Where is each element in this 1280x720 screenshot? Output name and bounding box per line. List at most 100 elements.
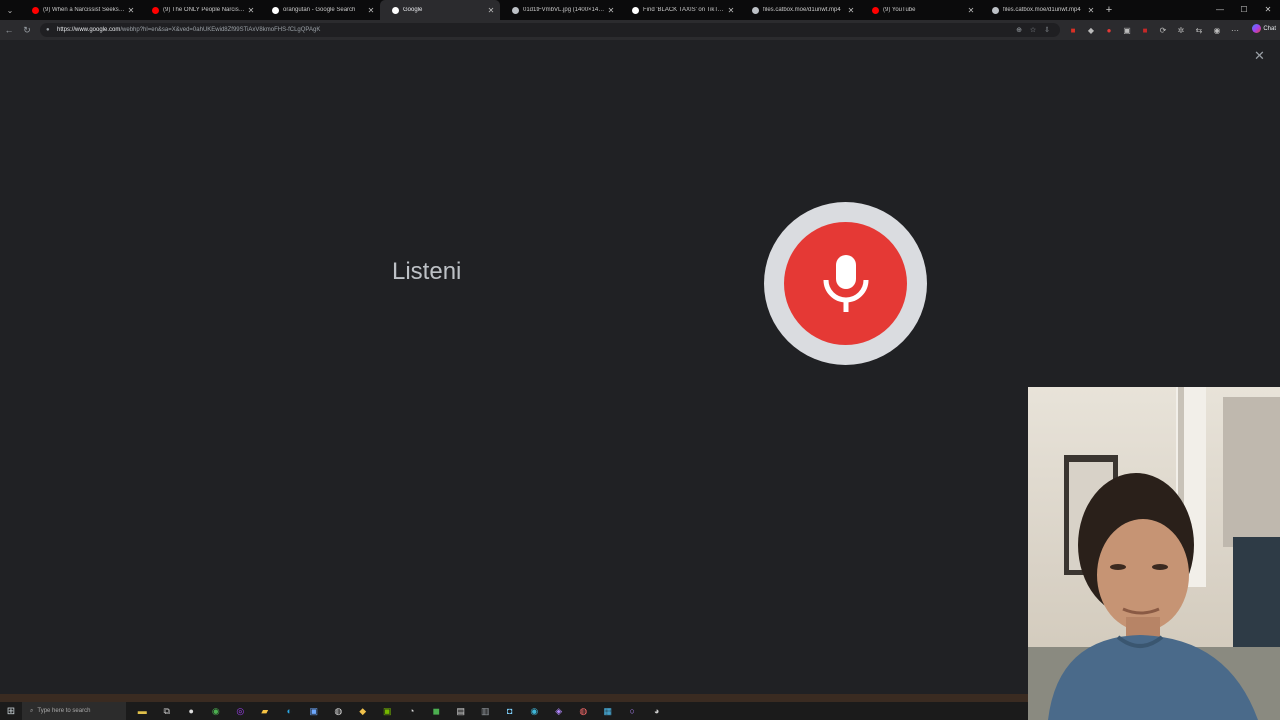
tab-5[interactable]: Find 'BLACK TAXIS' on TikTok | Ti... ✕: [620, 0, 740, 20]
profile-avatar-icon[interactable]: ◉: [1208, 26, 1226, 35]
extension-icon[interactable]: ◆: [1082, 26, 1100, 35]
youtube-icon: [32, 6, 39, 14]
tab-title: orangutan - Google Search: [283, 7, 356, 13]
download-icon[interactable]: ⇩: [1040, 26, 1054, 34]
close-tab-icon[interactable]: ✕: [366, 6, 376, 15]
listening-status: Listeni: [392, 258, 462, 285]
close-tab-icon[interactable]: ✕: [486, 6, 496, 15]
tab-4[interactable]: 01d1tFVmbVL.jpg (1400×1494) ✕: [500, 0, 620, 20]
close-tab-icon[interactable]: ✕: [726, 6, 736, 15]
extension-icon[interactable]: ■: [1064, 26, 1082, 35]
windows-start-icon[interactable]: ⊞: [0, 706, 22, 717]
taskbar: ⊞ ⌕ Type here to search ▬ ⧉ ● ◉ ◎ ▰ ◐ ▣ …: [0, 702, 1028, 720]
taskbar-search-placeholder: Type here to search: [37, 708, 91, 714]
close-tab-icon[interactable]: ✕: [846, 6, 856, 15]
youtube-icon: [872, 6, 879, 14]
url-domain: https://www.google.com: [57, 27, 121, 33]
taskbar-accent: [0, 694, 1028, 702]
extensions-bar: ■ ◆ ● ▣ ■ ⟳ ✲ ⇆ ◉ ⋯: [1064, 20, 1244, 40]
nvidia-icon[interactable]: ▣: [375, 702, 400, 720]
mic-button[interactable]: [764, 202, 927, 365]
menu-dots-icon[interactable]: ⋯: [1226, 26, 1244, 35]
tab-search-icon[interactable]: ⌄: [0, 0, 20, 20]
task-view-icon[interactable]: ⧉: [155, 702, 180, 720]
taskbar-search[interactable]: ⌕ Type here to search: [22, 702, 126, 720]
tab-0[interactable]: (9) When a Narcissist Seeks the... ✕: [20, 0, 140, 20]
tab-title: Find 'BLACK TAXIS' on TikTok | Ti...: [643, 7, 726, 13]
app-icon[interactable]: ▦: [596, 702, 621, 720]
chat-logo-icon: [1252, 24, 1262, 33]
app-icon[interactable]: ○: [620, 702, 645, 720]
extension-icon[interactable]: ⟳: [1154, 26, 1172, 35]
steam-icon[interactable]: ◕: [645, 702, 670, 720]
tab-title: Google: [403, 7, 423, 13]
minimize-icon[interactable]: —: [1208, 0, 1232, 20]
tab-title: (9) The ONLY People Narcissists St...: [163, 7, 246, 13]
tiktok-icon: [632, 6, 639, 14]
extension-icon[interactable]: ■: [1136, 26, 1154, 35]
file-explorer-icon[interactable]: ▰: [253, 702, 278, 720]
youtube-icon: [152, 6, 159, 14]
tab-title: (9) YouTube: [883, 7, 916, 13]
app-icon[interactable]: ◔: [400, 702, 425, 720]
tab-title: files.catbox.moe/d1unwt.mp4: [1003, 7, 1081, 13]
maximize-icon[interactable]: ☐: [1232, 0, 1256, 20]
close-window-icon[interactable]: ✕: [1256, 0, 1280, 20]
tab-8[interactable]: files.catbox.moe/d1unwt.mp4 ✕: [980, 0, 1100, 20]
app-icon[interactable]: ◎: [228, 702, 253, 720]
chat-label: Chat: [1263, 25, 1276, 32]
mic-button-inner: [784, 222, 907, 345]
edge-icon[interactable]: ◐: [277, 702, 302, 720]
close-tab-icon[interactable]: ✕: [1086, 6, 1096, 15]
app-icon[interactable]: ◆: [351, 702, 376, 720]
app-icon[interactable]: ▥: [473, 702, 498, 720]
app-icon[interactable]: ▤: [449, 702, 474, 720]
tab-title: files.catbox.moe/d1unwt.mp4: [763, 7, 841, 13]
search-highlight-icon[interactable]: ▬: [130, 702, 155, 720]
tab-2[interactable]: orangutan - Google Search ✕: [260, 0, 380, 20]
sidebar-icon[interactable]: ⇆: [1190, 26, 1208, 35]
tab-7[interactable]: (9) YouTube ✕: [860, 0, 980, 20]
taskbar-apps: ▬ ⧉ ● ◉ ◎ ▰ ◐ ▣ ◍ ◆ ▣ ◔ ◼ ▤ ▥ ◘ ◉ ◈ ◍ ▦ …: [130, 702, 669, 720]
app-icon[interactable]: ◍: [326, 702, 351, 720]
chrome-icon[interactable]: ◉: [204, 702, 229, 720]
url-path: /webhp?hl=en&sa=X&ved=0ahUKEwid8Zf99STiA…: [120, 27, 321, 33]
address-bar[interactable]: ● https://www.google.com/webhp?hl=en&sa=…: [40, 23, 1060, 37]
globe-icon: [992, 6, 999, 14]
tab-title: 01d1tFVmbVL.jpg (1400×1494): [523, 7, 606, 13]
url-text: https://www.google.com/webhp?hl=en&sa=X&…: [57, 27, 320, 33]
app-icon[interactable]: ◘: [498, 702, 523, 720]
webcam-person-image: [1028, 387, 1280, 720]
close-tab-icon[interactable]: ✕: [126, 6, 136, 15]
extensions-puzzle-icon[interactable]: ✲: [1172, 26, 1190, 35]
back-icon[interactable]: ←: [0, 25, 18, 35]
bookmark-star-icon[interactable]: ☆: [1026, 26, 1040, 34]
tab-strip: ⌄ (9) When a Narcissist Seeks the... ✕ (…: [0, 0, 1280, 20]
app-icon[interactable]: ●: [179, 702, 204, 720]
webcam-overlay: [1028, 387, 1280, 720]
globe-icon: [752, 6, 759, 14]
tab-1[interactable]: (9) The ONLY People Narcissists St... ✕: [140, 0, 260, 20]
app-icon[interactable]: ◼: [424, 702, 449, 720]
extension-icon[interactable]: ▣: [1118, 26, 1136, 35]
new-tab-button[interactable]: +: [1100, 4, 1118, 16]
close-voice-search-icon[interactable]: ✕: [1254, 48, 1265, 64]
reload-icon[interactable]: ↻: [18, 25, 36, 36]
app-icon[interactable]: ◍: [571, 702, 596, 720]
chat-button[interactable]: Chat: [1252, 24, 1276, 33]
app-icon[interactable]: ◉: [522, 702, 547, 720]
microphone-icon: [823, 254, 868, 312]
app-icon[interactable]: ◈: [547, 702, 572, 720]
close-tab-icon[interactable]: ✕: [246, 6, 256, 15]
tab-6[interactable]: files.catbox.moe/d1unwt.mp4 ✕: [740, 0, 860, 20]
tab-3-active[interactable]: Google ✕: [380, 0, 500, 20]
window-controls: — ☐ ✕: [1208, 0, 1280, 20]
app-icon[interactable]: ▣: [302, 702, 327, 720]
extension-icon[interactable]: ●: [1100, 26, 1118, 35]
lock-icon: ●: [46, 27, 50, 33]
google-icon: [272, 6, 279, 14]
close-tab-icon[interactable]: ✕: [966, 6, 976, 15]
zoom-icon[interactable]: ⊕: [1012, 26, 1026, 34]
close-tab-icon[interactable]: ✕: [606, 6, 616, 15]
globe-icon: [512, 6, 519, 14]
